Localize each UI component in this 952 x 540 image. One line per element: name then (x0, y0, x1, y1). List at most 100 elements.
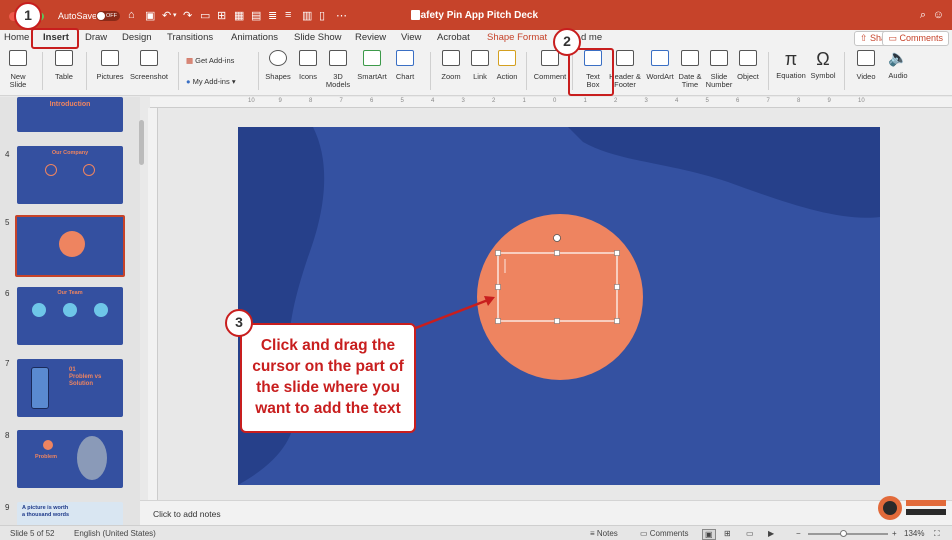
action-label: Action (496, 72, 518, 81)
ruler-tick-label: 5 (705, 98, 709, 104)
zoom-in-button[interactable]: + (892, 529, 897, 538)
slide-thumbnail-9[interactable]: A picture is worth a thousand words (17, 502, 123, 525)
new-slide-icon (9, 50, 27, 66)
tab-acrobat[interactable]: Acrobat (437, 32, 470, 43)
ruler-tick-label: 5 (400, 98, 404, 104)
calendar-icon (681, 50, 699, 66)
link-icon (471, 50, 489, 66)
symbol-button[interactable]: Ω Symbol (808, 50, 838, 80)
slide-number-button[interactable]: Slide Number (704, 50, 734, 89)
get-addins-button[interactable]: ▦ Get Add-ins (186, 56, 234, 65)
wordart-button[interactable]: WordArt (644, 50, 676, 81)
reading-view-button[interactable]: ▭ (746, 529, 754, 538)
tab-transitions[interactable]: Transitions (167, 32, 213, 43)
screenshot-icon (140, 50, 158, 66)
notes-toggle-label: Notes (596, 529, 618, 538)
slide-number: 6 (5, 289, 10, 298)
icons-button[interactable]: Icons (296, 50, 320, 81)
comments-button[interactable]: ▭ Comments (882, 31, 949, 46)
tab-animations[interactable]: Animations (231, 32, 278, 43)
smartart-button[interactable]: SmartArt (354, 50, 390, 81)
tab-draw[interactable]: Draw (85, 32, 107, 43)
thumbnail-phone-image (31, 367, 49, 409)
slide-count: Slide 5 of 52 (10, 529, 55, 538)
equation-button[interactable]: π Equation (774, 50, 808, 80)
slide-thumbnail-7[interactable]: 01 Problem vs Solution (17, 359, 123, 417)
slide-thumbnail-4[interactable]: Our Company (17, 146, 123, 204)
tab-view[interactable]: View (401, 32, 421, 43)
slide-thumbnail-pane[interactable]: Introduction 4 Our Company 5 6 Our Team … (0, 97, 140, 525)
ribbon-separator (86, 52, 87, 90)
pictures-icon (101, 50, 119, 66)
thumbnail-avatar (63, 303, 77, 317)
audio-label: Audio (888, 71, 908, 80)
link-label: Link (473, 72, 487, 81)
slide-thumbnail-8[interactable]: Problem (17, 430, 123, 488)
thumbnail-title: 01 Problem vs Solution (69, 367, 102, 387)
notes-placeholder[interactable]: Click to add notes (153, 509, 221, 519)
zoom-out-button[interactable]: − (796, 529, 801, 538)
tab-slide-show[interactable]: Slide Show (294, 32, 342, 43)
link-button[interactable]: Link (468, 50, 492, 81)
my-addins-button[interactable]: ● My Add-ins ▾ (186, 77, 236, 86)
new-slide-button[interactable]: New Slide (4, 50, 32, 89)
ribbon-separator (844, 52, 845, 90)
chart-label: Chart (395, 72, 415, 81)
zoom-slider[interactable] (808, 533, 888, 535)
ribbon-separator (768, 52, 769, 90)
search-icon[interactable]: ⌕ (920, 9, 926, 22)
3d-models-button[interactable]: 3D Models (324, 50, 352, 89)
ruler-tick-label: 3 (644, 98, 648, 104)
video-button[interactable]: Video (852, 50, 880, 81)
ruler-tick-label: 0 (553, 98, 557, 104)
zoom-button[interactable]: Zoom (438, 50, 464, 81)
feedback-smile-icon[interactable]: ☺ (933, 9, 944, 21)
date-time-button[interactable]: Date & Time (676, 50, 704, 89)
slide-thumbnail-3[interactable]: Introduction (17, 97, 123, 132)
fit-to-window-icon[interactable]: ⛶ (934, 529, 940, 539)
zoom-slider-thumb[interactable] (840, 530, 847, 537)
smartart-icon (363, 50, 381, 66)
audio-button[interactable]: 🔈 Audio (884, 50, 912, 80)
slide-number: 9 (5, 503, 10, 512)
tab-shape-format[interactable]: Shape Format (487, 32, 547, 43)
zoom-icon (442, 50, 460, 66)
normal-view-button[interactable]: ▣ (702, 529, 716, 540)
insert-tab-highlight (31, 28, 79, 49)
tab-home[interactable]: Home (4, 32, 29, 43)
shapes-button[interactable]: Shapes (264, 50, 292, 81)
screenshot-button[interactable]: Screenshot (128, 50, 170, 81)
omega-icon: Ω (816, 49, 830, 69)
table-button[interactable]: Table (50, 50, 78, 81)
ruler-tick-label: 10 (248, 98, 255, 104)
horizontal-ruler: 10 9 8 7 6 5 4 3 2 1 0 1 2 3 4 5 6 7 8 9 10 (150, 97, 952, 108)
slide-thumbnail-5-selected[interactable] (15, 215, 125, 277)
screenshot-label: Screenshot (130, 72, 168, 81)
tab-review[interactable]: Review (355, 32, 386, 43)
video-icon (857, 50, 875, 66)
notes-pane[interactable]: Click to add notes (140, 500, 952, 525)
thumbnail-avatar (32, 303, 46, 317)
thumbnail-icon (45, 164, 57, 176)
tab-tell-me[interactable]: d me (581, 32, 602, 43)
language-status[interactable]: English (United States) (74, 529, 156, 538)
pictures-button[interactable]: Pictures (94, 50, 126, 81)
chart-button[interactable]: Chart (392, 50, 418, 81)
rotation-handle[interactable] (553, 234, 561, 242)
shapes-icon (269, 50, 287, 66)
notes-toggle[interactable]: ≡ Notes (590, 529, 618, 538)
slideshow-view-button[interactable]: ▶ (768, 529, 774, 538)
date-time-label: Date & Time (678, 72, 702, 89)
symbol-label: Symbol (810, 71, 836, 80)
action-button[interactable]: Action (494, 50, 520, 81)
slide-sorter-button[interactable]: ⊞ (724, 529, 731, 538)
comments-toggle[interactable]: ▭ Comments (640, 529, 688, 538)
zoom-percent[interactable]: 134% (904, 529, 924, 538)
action-star-icon (498, 50, 516, 66)
object-button[interactable]: Object (734, 50, 762, 81)
thumbnail-scrollbar[interactable] (139, 120, 144, 165)
ruler-tick-label: 2 (614, 98, 618, 104)
ruler-tick-label: 6 (736, 98, 740, 104)
slide-thumbnail-6[interactable]: Our Team (17, 287, 123, 345)
tab-design[interactable]: Design (122, 32, 152, 43)
